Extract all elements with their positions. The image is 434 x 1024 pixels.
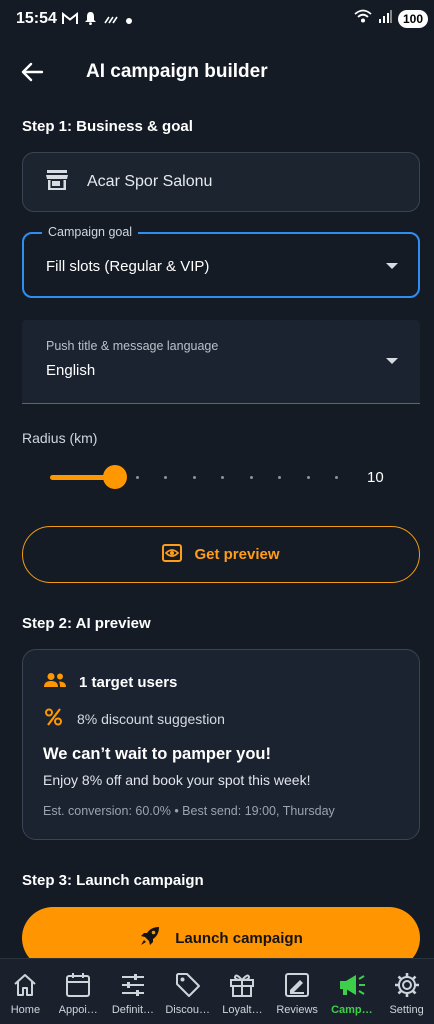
status-bar: 15:54 100: [0, 0, 434, 40]
battery-indicator: 100: [397, 9, 428, 28]
target-users: 1 target users: [79, 673, 178, 691]
nav-item-settings[interactable]: Setting: [379, 959, 434, 1024]
page-title: AI campaign builder: [86, 61, 268, 82]
slider-thumb[interactable]: [103, 465, 127, 489]
sliders-icon: [120, 971, 146, 999]
campaign-goal-value: Fill slots (Regular & VIP): [46, 258, 210, 275]
ai-preview-card: 1 target users 8% discount suggestion We…: [22, 649, 420, 840]
back-arrow-icon: [21, 62, 43, 82]
preview-meta: Est. conversion: 60.0% • Best send: 19:0…: [43, 804, 335, 818]
home-icon: [12, 971, 38, 999]
preview-body: Enjoy 8% off and book your spot this wee…: [43, 772, 311, 788]
megaphone-icon: [338, 971, 366, 999]
nav-item-loyalty[interactable]: Loyalt…: [215, 959, 270, 1024]
nav-item-campaigns[interactable]: Camp…: [325, 959, 380, 1024]
tag-icon: [175, 971, 201, 999]
language-caption: Push title & message language: [46, 339, 219, 353]
gift-icon: [229, 971, 255, 999]
percent-icon: [43, 708, 65, 729]
step1-label: Step 1: Business & goal: [22, 118, 193, 135]
chevron-down-icon: [386, 263, 398, 269]
back-button[interactable]: [18, 58, 46, 86]
preview-eye-icon: [162, 543, 183, 566]
language-select[interactable]: Push title & message language English: [22, 320, 420, 404]
language-value: English: [46, 362, 96, 379]
nav-item-home[interactable]: Home: [0, 959, 51, 1024]
nav-item-reviews[interactable]: Reviews: [270, 959, 325, 1024]
review-icon: [284, 971, 310, 999]
radius-slider[interactable]: [50, 462, 340, 492]
signal-icon: [378, 9, 392, 28]
status-time: 15:54: [16, 10, 57, 27]
radius-value: 10: [367, 469, 384, 486]
notification-dot-icon: [125, 12, 133, 30]
rocket-icon: [139, 925, 161, 951]
nav-item-discounts[interactable]: Discou…: [160, 959, 215, 1024]
step2-label: Step 2: AI preview: [22, 615, 151, 632]
calendar-icon: [65, 971, 91, 999]
business-name: Acar Spor Salonu: [87, 173, 213, 190]
gear-icon: [394, 971, 420, 999]
campaign-goal-caption: Campaign goal: [42, 225, 139, 239]
get-preview-button[interactable]: Get preview: [22, 526, 420, 583]
wifi-icon: [354, 9, 372, 28]
launch-campaign-label: Launch campaign: [175, 929, 303, 947]
discount-suggestion: 8% discount suggestion: [77, 710, 225, 727]
bell-icon: [84, 11, 97, 30]
chevron-down-icon: [386, 358, 398, 364]
campaign-goal-select[interactable]: Campaign goal Fill slots (Regular & VIP): [22, 225, 420, 298]
bottom-navigation: Home Appoi… Definit… Discou… Loyalt… Rev…: [0, 958, 434, 1024]
preview-headline: We can’t wait to pamper you!: [43, 745, 271, 763]
store-icon: [45, 169, 69, 196]
gmail-icon: [62, 11, 78, 30]
nav-item-definitions[interactable]: Definit…: [106, 959, 161, 1024]
no-signal-icon: [103, 12, 119, 30]
users-icon: [43, 672, 67, 692]
step3-label: Step 3: Launch campaign: [22, 872, 204, 889]
nav-item-appointments[interactable]: Appoi…: [51, 959, 106, 1024]
business-field[interactable]: Acar Spor Salonu: [22, 152, 420, 212]
get-preview-label: Get preview: [194, 546, 280, 563]
screen: 15:54 100 AI campaign builder Step 1: Bu…: [0, 0, 434, 1024]
radius-label: Radius (km): [22, 430, 98, 446]
